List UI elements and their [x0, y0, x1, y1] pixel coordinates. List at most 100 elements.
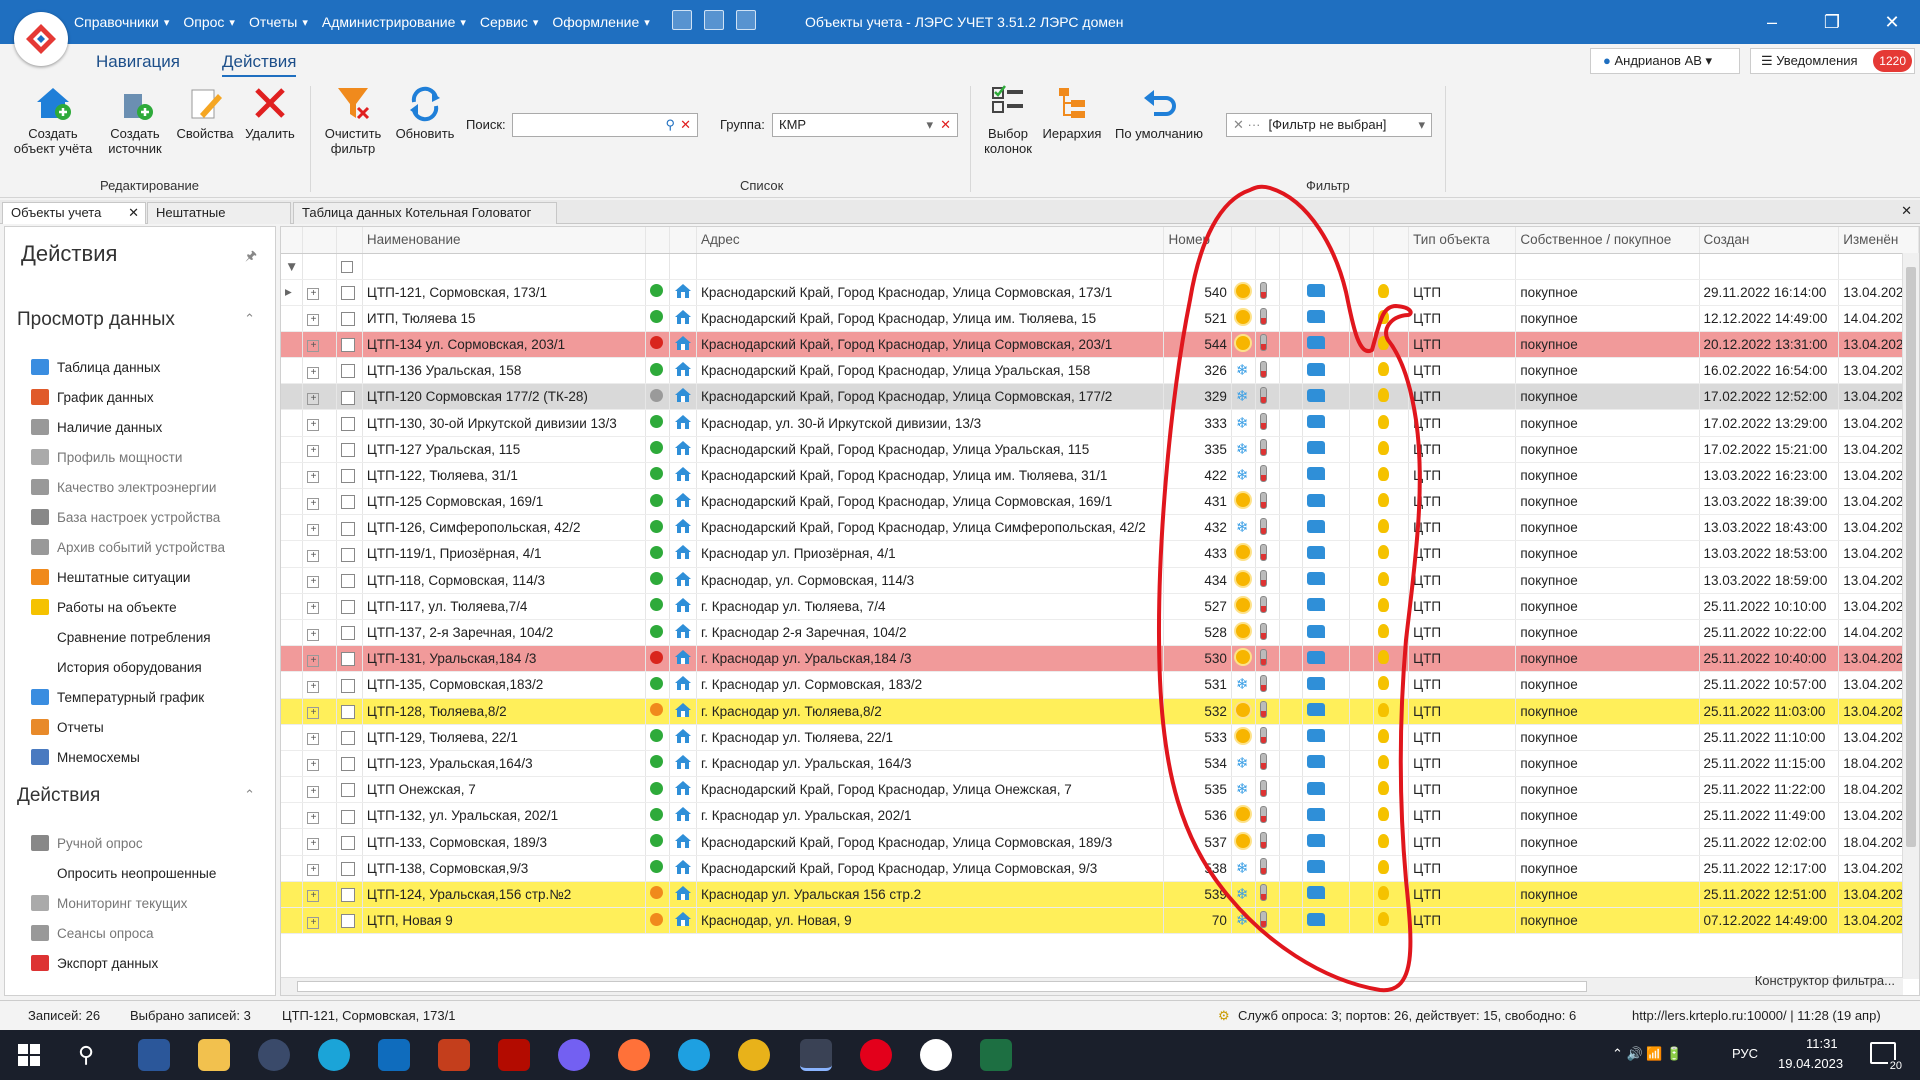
expand-icon[interactable]: +	[307, 549, 320, 562]
app-logo[interactable]	[14, 12, 68, 66]
expand-icon[interactable]: +	[307, 654, 320, 667]
sidebar-item[interactable]: Нештатные ситуации	[31, 565, 190, 589]
clear-group-icon[interactable]: ✕	[940, 114, 951, 136]
save-icon[interactable]	[704, 10, 724, 30]
expand-cell[interactable]: +	[302, 828, 338, 856]
menu-item[interactable]: Отчеты	[249, 14, 308, 30]
word-icon[interactable]	[138, 1039, 170, 1071]
table-row[interactable]: + ЦТП-130, 30-ой Иркутской дивизии 13/3 Кр…	[281, 409, 1919, 437]
expand-cell[interactable]: +	[302, 698, 338, 725]
expand-cell[interactable]: +	[302, 409, 338, 437]
table-row[interactable]: + ЦТП-133, Сормовская, 189/3 Краснодарский…	[281, 828, 1919, 856]
delete-button[interactable]: Удалить	[240, 84, 300, 141]
browser-icon[interactable]	[258, 1039, 290, 1071]
vertical-scrollbar[interactable]	[1902, 253, 1919, 979]
row-checkbox[interactable]	[341, 757, 356, 772]
col-changed[interactable]: Изменён	[1838, 227, 1919, 254]
expand-cell[interactable]: +	[302, 279, 338, 306]
checkbox-cell[interactable]	[336, 279, 363, 306]
section-view-data[interactable]: Просмотр данных	[17, 309, 175, 331]
expand-cell[interactable]: +	[302, 619, 338, 647]
table-row[interactable]: + ЦТП-125 Сормовская, 169/1 Краснодарский …	[281, 488, 1919, 516]
ie-icon[interactable]	[678, 1039, 710, 1071]
row-checkbox[interactable]	[341, 338, 356, 353]
sidebar-item[interactable]: Ручной опрос	[31, 831, 143, 855]
table-row[interactable]: + ЦТП-126, Симферопольская, 42/2 Краснодар…	[281, 514, 1919, 542]
sidebar-item[interactable]: Качество электроэнергии	[31, 475, 216, 499]
sidebar-item[interactable]: База настроек устройства	[31, 505, 220, 529]
expand-cell[interactable]: +	[302, 436, 338, 463]
checkbox-cell[interactable]	[336, 593, 363, 620]
table-row[interactable]: + ЦТП-122, Тюляева, 31/1 Краснодарский Кра…	[281, 462, 1919, 490]
checkbox-cell[interactable]	[336, 619, 363, 647]
expand-cell[interactable]: +	[302, 907, 338, 935]
search-icon[interactable]: ⚲	[665, 114, 675, 136]
checkbox-cell[interactable]	[336, 383, 363, 411]
row-checkbox[interactable]	[341, 390, 356, 405]
sidebar-item[interactable]: Работы на объекте	[31, 595, 177, 619]
tab-incidents[interactable]: Нештатные ситуации	[147, 202, 291, 240]
clear-search-icon[interactable]: ✕	[680, 114, 691, 136]
pin-icon[interactable]: 🖈	[245, 247, 257, 269]
excel-export-icon[interactable]	[672, 10, 692, 30]
row-checkbox[interactable]	[341, 573, 356, 588]
expand-cell[interactable]: +	[302, 305, 338, 332]
action-center-icon[interactable]: 20	[1870, 1042, 1904, 1072]
clear-filter-icon[interactable]: ✕ ···	[1233, 117, 1261, 132]
sidebar-item[interactable]: Сравнение потребления	[31, 625, 211, 649]
horizontal-scrollbar[interactable]	[281, 977, 1903, 995]
row-checkbox[interactable]	[341, 861, 356, 876]
checkbox-cell[interactable]	[336, 331, 363, 359]
tab-navigation[interactable]: Навигация	[96, 52, 180, 72]
sidebar-item[interactable]: Таблица данных	[31, 355, 160, 379]
expand-icon[interactable]: +	[307, 314, 320, 327]
expand-icon[interactable]: +	[307, 628, 320, 641]
edge-icon[interactable]	[318, 1039, 350, 1071]
section-actions[interactable]: Действия	[17, 785, 100, 807]
col-number[interactable]: Номер	[1163, 227, 1232, 254]
clear-filter-button[interactable]: Очистить фильтр	[318, 84, 388, 156]
row-checkbox[interactable]	[341, 783, 356, 798]
sidebar-item[interactable]: Опросить неопрошенные	[31, 861, 216, 885]
expand-icon[interactable]: +	[307, 471, 320, 484]
table-row[interactable]: + ЦТП-119/1, Приозёрная, 4/1 Краснодар ул.…	[281, 540, 1919, 568]
expand-cell[interactable]: +	[302, 540, 338, 568]
table-row[interactable]: + ЦТП-138, Сормовская,9/3 Краснодарский Кр…	[281, 855, 1919, 882]
expand-cell[interactable]: +	[302, 776, 338, 804]
minimize-button[interactable]: –	[1744, 0, 1800, 44]
expand-cell[interactable]: +	[302, 357, 338, 385]
expand-icon[interactable]: +	[307, 838, 320, 851]
sidebar-item[interactable]: График данных	[31, 385, 154, 409]
table-row[interactable]: + ЦТП-137, 2-я Заречная, 104/2 г. Краснода…	[281, 619, 1919, 647]
row-checkbox[interactable]	[341, 469, 356, 484]
checkbox-cell[interactable]	[336, 698, 363, 725]
close-tab-icon[interactable]: ✕	[128, 203, 139, 223]
checkbox-cell[interactable]	[336, 671, 363, 699]
expand-icon[interactable]: +	[307, 366, 320, 379]
col-name[interactable]: Наименование	[362, 227, 647, 254]
refresh-button[interactable]: Обновить	[392, 84, 458, 141]
expand-icon[interactable]: +	[307, 811, 320, 824]
row-checkbox[interactable]	[341, 678, 356, 693]
viber-icon[interactable]	[558, 1039, 590, 1071]
columns-button[interactable]: Выбор колонок	[978, 84, 1038, 156]
expand-cell[interactable]: +	[302, 802, 338, 830]
checkbox-cell[interactable]	[336, 750, 363, 778]
filter-row[interactable]: ▼	[281, 253, 1919, 280]
row-checkbox[interactable]	[341, 312, 356, 326]
row-checkbox[interactable]	[341, 547, 356, 562]
table-row[interactable]: + ЦТП-132, ул. Уральская, 202/1 г. Краснод…	[281, 802, 1919, 830]
row-checkbox[interactable]	[341, 809, 356, 824]
table-row[interactable]: + ЦТП-135, Сормовская,183/2 г. Краснодар у…	[281, 671, 1919, 699]
excel-icon[interactable]	[980, 1039, 1012, 1071]
row-checkbox[interactable]	[341, 285, 356, 300]
row-checkbox[interactable]	[341, 442, 356, 457]
firefox-icon[interactable]	[618, 1039, 650, 1071]
opera-icon[interactable]	[860, 1039, 892, 1071]
expand-icon[interactable]: +	[307, 602, 320, 615]
expand-icon[interactable]: +	[307, 707, 320, 720]
powerpoint-icon[interactable]	[438, 1039, 470, 1071]
row-checkbox[interactable]	[341, 521, 356, 536]
checkbox-cell[interactable]	[336, 567, 363, 594]
checkbox-cell[interactable]	[336, 907, 363, 935]
